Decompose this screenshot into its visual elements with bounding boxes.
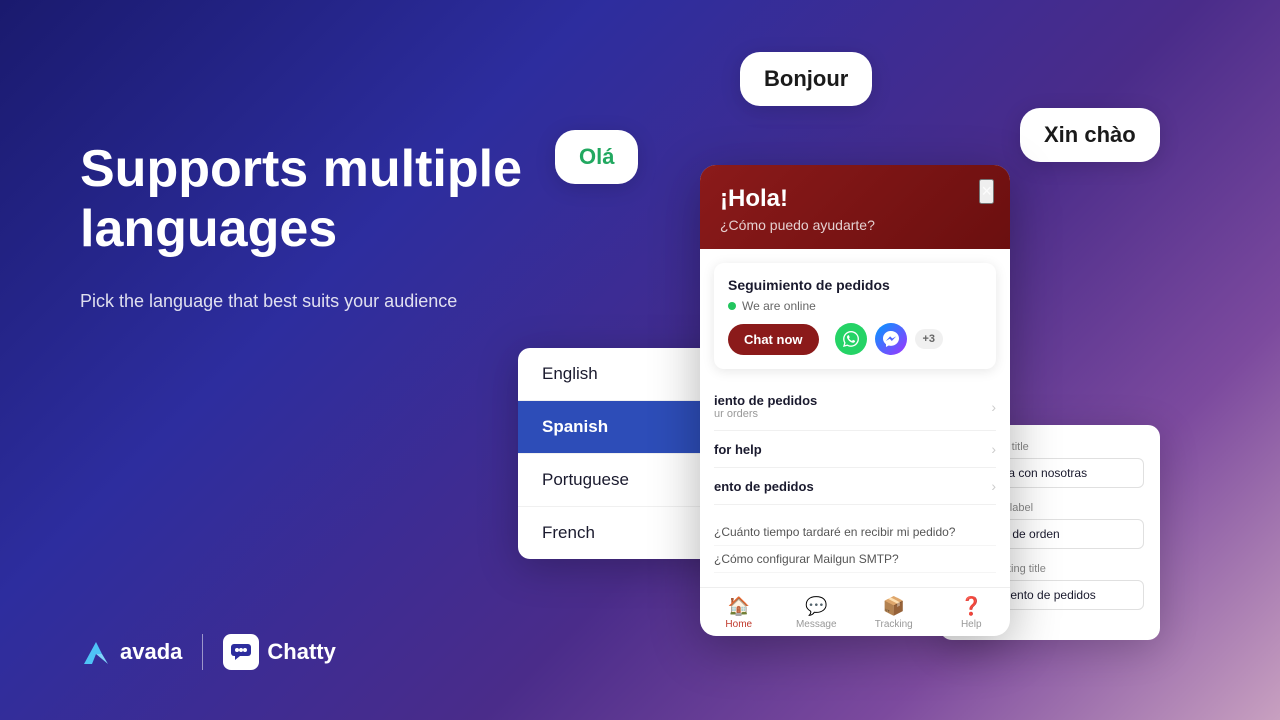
message-nav-icon: 💬 bbox=[805, 596, 827, 617]
chatty-logo: Chatty bbox=[223, 634, 335, 670]
page-title: Supports multiple languages bbox=[80, 140, 560, 260]
list-item-title-1: iento de pedidos bbox=[714, 393, 817, 408]
chatty-label: Chatty bbox=[267, 639, 335, 665]
chatty-icon bbox=[223, 634, 259, 670]
nav-tracking-label: Tracking bbox=[875, 619, 913, 630]
nav-help-label: Help bbox=[961, 619, 982, 630]
list-item-content-3: ento de pedidos bbox=[714, 479, 814, 494]
nav-message-label: Message bbox=[796, 619, 837, 630]
chevron-icon-1: › bbox=[991, 399, 996, 415]
chat-nav: 🏠 Home 💬 Message 📦 Tracking ❓ Help bbox=[700, 587, 1010, 636]
chat-close-button[interactable]: × bbox=[979, 179, 994, 204]
avada-label: avada bbox=[120, 639, 182, 665]
chat-now-label: Chat now bbox=[744, 332, 803, 347]
page-subtitle: Pick the language that best suits your a… bbox=[80, 288, 560, 315]
avada-icon bbox=[80, 636, 112, 668]
chat-widget: × ¡Hola! ¿Cómo puedo ayudarte? Seguimien… bbox=[700, 165, 1010, 636]
online-text: We are online bbox=[742, 299, 816, 313]
bubble-bonjour: Bonjour bbox=[740, 52, 872, 106]
bubble-xinchao: Xin chào bbox=[1020, 108, 1160, 162]
chat-now-button[interactable]: Chat now bbox=[728, 324, 819, 355]
nav-message[interactable]: 💬 Message bbox=[778, 596, 856, 630]
list-item-content-1: iento de pedidos ur orders bbox=[714, 393, 817, 420]
chat-action-icons: Chat now +3 bbox=[728, 323, 982, 355]
nav-home[interactable]: 🏠 Home bbox=[700, 596, 778, 630]
chat-hello: ¡Hola! bbox=[720, 185, 990, 213]
chat-list: iento de pedidos ur orders › for help › … bbox=[700, 383, 1010, 505]
help-nav-icon: ❓ bbox=[960, 596, 982, 617]
chevron-icon-3: › bbox=[991, 478, 996, 494]
question-2[interactable]: ¿Cómo configurar Mailgun SMTP? bbox=[714, 546, 996, 573]
question-1[interactable]: ¿Cuánto tiempo tardaré en recibir mi ped… bbox=[714, 519, 996, 546]
chevron-icon-2: › bbox=[991, 441, 996, 457]
chat-card: Seguimiento de pedidos We are online Cha… bbox=[714, 263, 996, 369]
plus-badge: +3 bbox=[915, 329, 944, 349]
nav-help[interactable]: ❓ Help bbox=[933, 596, 1011, 630]
nav-home-label: Home bbox=[725, 619, 752, 630]
bubble-ola-text: Olá bbox=[579, 144, 614, 169]
home-nav-icon: 🏠 bbox=[728, 596, 750, 617]
avada-logo: avada bbox=[80, 636, 182, 668]
list-item-title-3: ento de pedidos bbox=[714, 479, 814, 494]
left-content: Supports multiple languages Pick the lan… bbox=[80, 140, 560, 315]
card-title: Seguimiento de pedidos bbox=[728, 277, 982, 293]
list-item-3[interactable]: ento de pedidos › bbox=[714, 468, 996, 505]
list-item-1[interactable]: iento de pedidos ur orders › bbox=[714, 383, 996, 431]
bubble-ola: Olá bbox=[555, 130, 638, 184]
list-item-2[interactable]: for help › bbox=[714, 431, 996, 468]
tracking-nav-icon: 📦 bbox=[883, 596, 905, 617]
whatsapp-icon[interactable] bbox=[835, 323, 867, 355]
chat-header: × ¡Hola! ¿Cómo puedo ayudarte? bbox=[700, 165, 1010, 249]
nav-tracking[interactable]: 📦 Tracking bbox=[855, 596, 933, 630]
lang-label-english: English bbox=[542, 364, 598, 383]
bubble-xinchao-text: Xin chào bbox=[1044, 122, 1136, 147]
list-item-title-2: for help bbox=[714, 442, 762, 457]
list-item-content-2: for help bbox=[714, 442, 762, 457]
online-indicator: We are online bbox=[728, 299, 982, 313]
online-dot bbox=[728, 302, 736, 310]
messenger-icon[interactable] bbox=[875, 323, 907, 355]
chat-questions: ¿Cuánto tiempo tardaré en recibir mi ped… bbox=[700, 513, 1010, 587]
lang-label-spanish: Spanish bbox=[542, 417, 608, 436]
chat-subtitle: ¿Cómo puedo ayudarte? bbox=[720, 217, 990, 233]
bubble-bonjour-text: Bonjour bbox=[764, 66, 848, 91]
lang-label-portuguese: Portuguese bbox=[542, 470, 629, 489]
list-item-sub-1: ur orders bbox=[714, 408, 817, 420]
logo-bar: avada Chatty bbox=[80, 634, 336, 670]
lang-label-french: French bbox=[542, 523, 595, 542]
logo-divider bbox=[202, 634, 203, 670]
